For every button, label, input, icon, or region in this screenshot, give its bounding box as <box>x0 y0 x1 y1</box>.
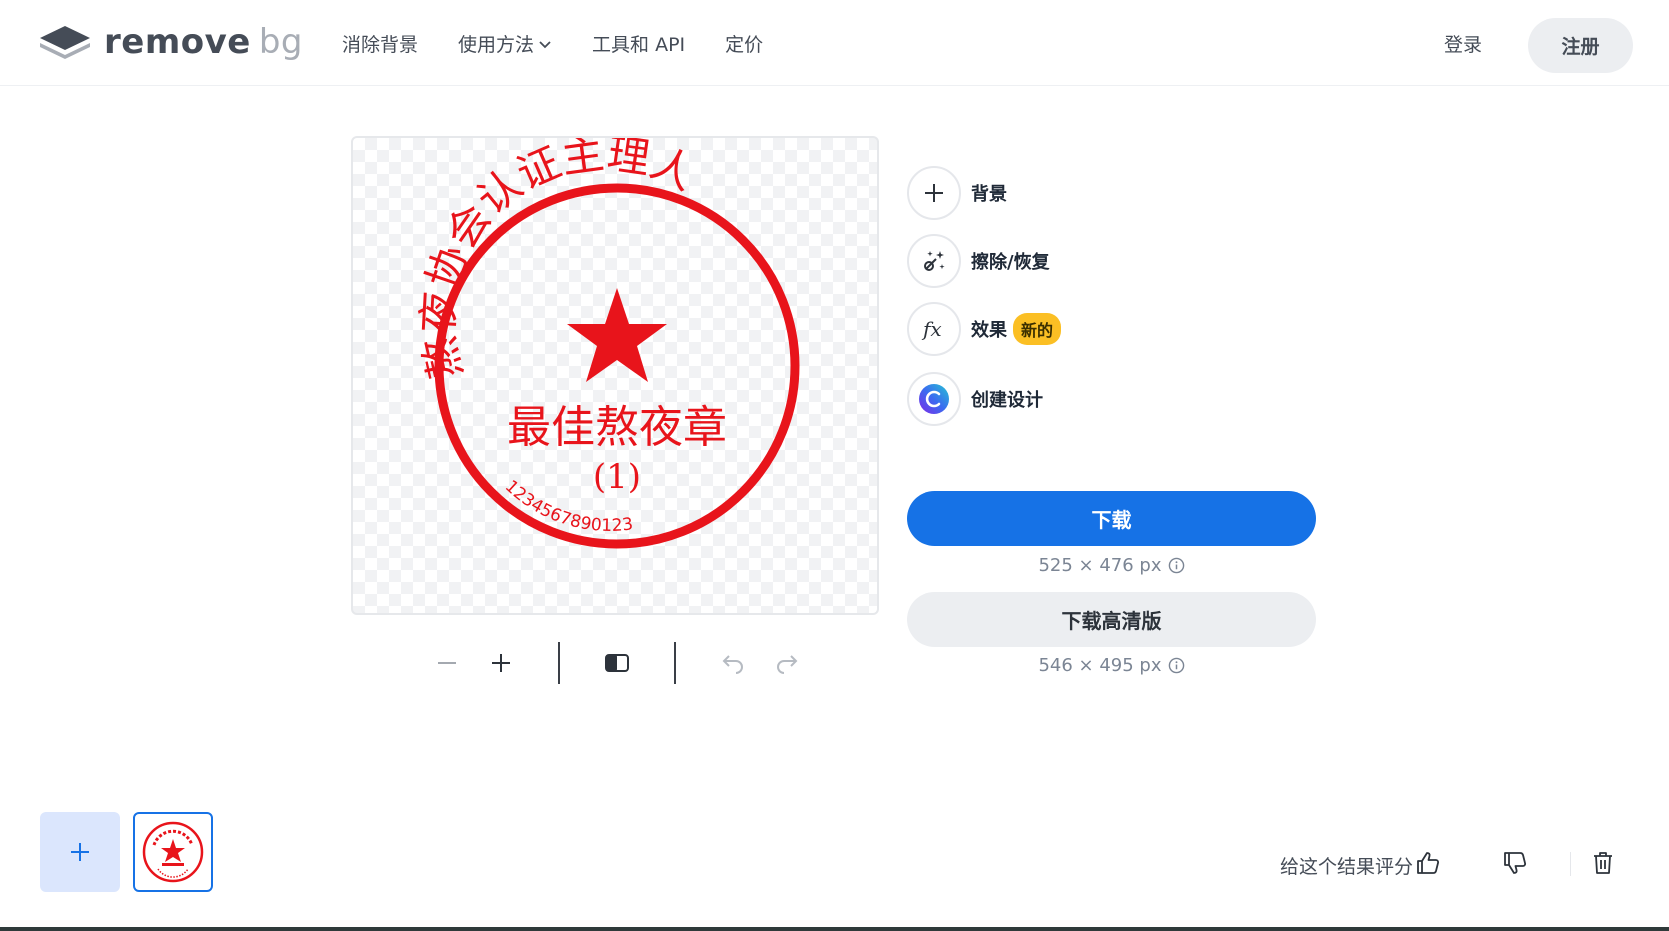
nav-pricing[interactable]: 定价 <box>725 30 763 57</box>
nav-how-to-use[interactable]: 使用方法 <box>458 30 552 57</box>
plus-icon <box>925 184 943 202</box>
delete-button[interactable] <box>1588 848 1618 878</box>
download-hd-size-info: 546 × 495 px <box>907 655 1316 676</box>
new-badge: 新的 <box>1013 313 1062 345</box>
toolbar-divider <box>674 642 676 684</box>
stamp-image: 熬夜协会认证主理人 最佳熬夜章 (1) 1234567890123 <box>413 138 800 549</box>
thumbs-down-button[interactable] <box>1500 848 1530 878</box>
download-hd-size-text: 546 × 495 px <box>1038 655 1162 676</box>
thumbs-down-icon <box>1504 852 1527 874</box>
redo-icon <box>777 655 798 674</box>
tool-background[interactable]: 背景 <box>907 166 1007 220</box>
tool-erase-restore-label: 擦除/恢复 <box>971 252 1050 273</box>
svg-text:fx: fx <box>921 317 942 341</box>
add-image-button[interactable] <box>40 812 120 892</box>
info-icon[interactable] <box>1168 657 1185 674</box>
download-button[interactable]: 下载 <box>907 491 1316 546</box>
stamp-arc-text: 熬夜协会认证主理人 <box>413 138 702 384</box>
tool-background-circle <box>907 166 961 220</box>
compare-before-after-button[interactable] <box>590 640 644 686</box>
plus-icon <box>492 654 510 672</box>
image-thumbnail[interactable] <box>133 812 213 892</box>
tool-effects[interactable]: fx 效果 新的 <box>907 302 1062 356</box>
top-nav-bar: remove bg 消除背景 使用方法 工具和 API 定价 登录 注册 <box>0 0 1669 86</box>
window-bottom-edge <box>0 927 1669 931</box>
undo-button[interactable] <box>706 640 760 686</box>
layers-logo-icon <box>40 26 90 59</box>
download-size-text: 525 × 476 px <box>1038 555 1162 576</box>
tool-create-design-label: 创建设计 <box>971 390 1043 411</box>
zoom-out-button[interactable] <box>420 640 474 686</box>
logo-wordmark: remove bg <box>104 22 304 62</box>
login-link[interactable]: 登录 <box>1444 30 1482 57</box>
stamp-sub-text: (1) <box>593 457 641 497</box>
tool-effects-circle: fx <box>907 302 961 356</box>
tool-erase-restore[interactable]: 擦除/恢复 <box>907 234 1050 288</box>
fx-icon: fx <box>921 317 942 341</box>
removebg-logo[interactable]: remove bg <box>38 22 303 62</box>
toolbar-divider <box>558 642 560 684</box>
download-size-info: 525 × 476 px <box>907 555 1316 576</box>
signup-button[interactable]: 注册 <box>1528 18 1633 73</box>
main-nav: 消除背景 使用方法 工具和 API 定价 <box>342 30 763 57</box>
tool-create-design[interactable]: 创建设计 <box>907 372 1043 426</box>
info-icon[interactable] <box>1168 557 1185 574</box>
chevron-down-icon <box>539 40 551 48</box>
feedback-divider <box>1570 852 1571 876</box>
rate-result-label: 给这个结果评分 <box>1280 856 1414 878</box>
nav-tools-api[interactable]: 工具和 API <box>592 30 685 57</box>
tool-create-design-circle <box>907 372 961 426</box>
tool-background-label: 背景 <box>971 184 1007 205</box>
download-hd-button[interactable]: 下载高清版 <box>907 592 1316 647</box>
tool-effects-label: 效果 <box>971 320 1007 341</box>
nav-remove-background[interactable]: 消除背景 <box>342 30 418 57</box>
compare-icon <box>605 654 629 672</box>
preview-toolbar <box>420 640 814 686</box>
minus-icon <box>438 662 456 664</box>
canva-icon <box>919 384 949 414</box>
thumbs-up-icon <box>1417 852 1440 874</box>
undo-icon <box>722 655 743 674</box>
result-image-preview[interactable]: 熬夜协会认证主理人 最佳熬夜章 (1) 1234567890123 <box>351 136 879 615</box>
magic-brush-icon <box>924 251 945 271</box>
zoom-in-button[interactable] <box>474 640 528 686</box>
plus-icon <box>71 843 89 861</box>
thumbs-up-button[interactable] <box>1413 848 1443 878</box>
redo-button[interactable] <box>760 640 814 686</box>
tool-erase-restore-circle <box>907 234 961 288</box>
trash-icon <box>1594 852 1612 874</box>
stamp-thumbnail-image <box>142 821 204 883</box>
stamp-center-text: 最佳熬夜章 <box>507 402 727 453</box>
